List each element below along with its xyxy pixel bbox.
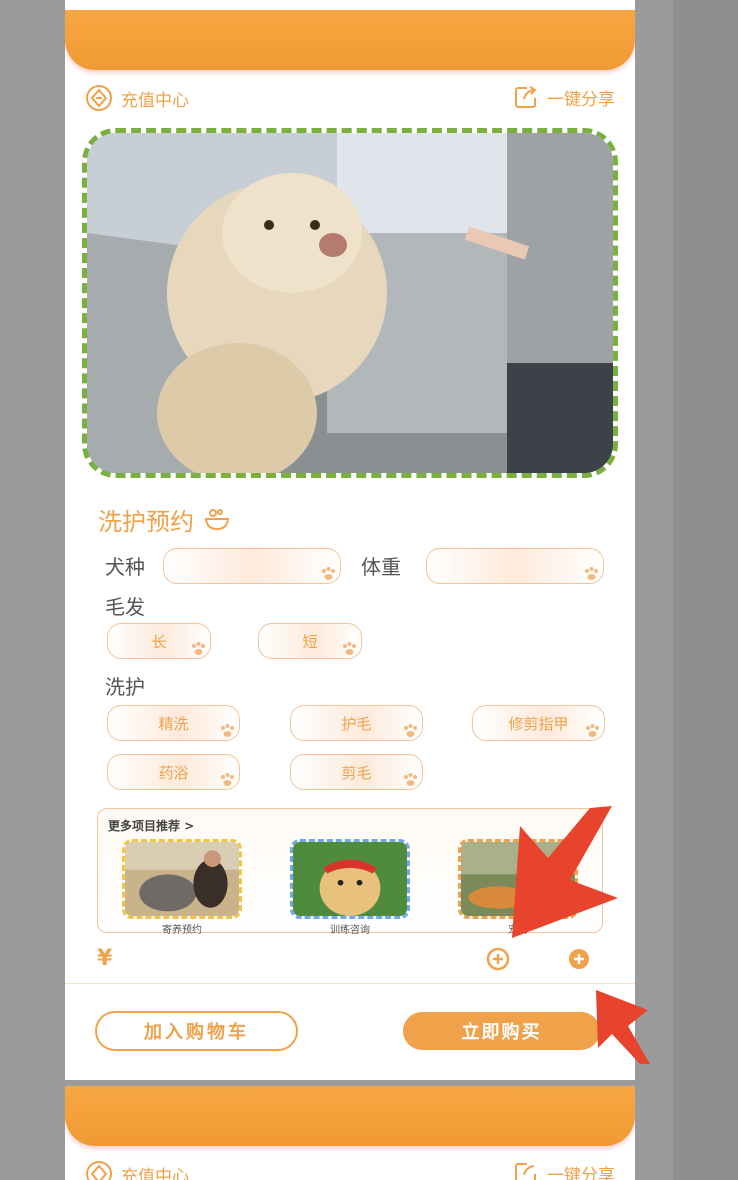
recommend-caption: 宠物 bbox=[508, 925, 528, 936]
paw-icon bbox=[221, 724, 234, 737]
recommend-thumb bbox=[290, 839, 410, 919]
paw-icon bbox=[192, 642, 205, 655]
share-link[interactable]: 一键分享 bbox=[513, 1160, 615, 1180]
recommend-thumb bbox=[122, 839, 242, 919]
coin-icon bbox=[86, 85, 112, 111]
care-option-haircut[interactable]: 剪毛 bbox=[290, 754, 423, 790]
care-option-fur-care[interactable]: 护毛 bbox=[290, 705, 423, 741]
divider bbox=[65, 983, 635, 984]
breed-input[interactable] bbox=[163, 548, 341, 584]
next-card: 充值中心 一键分享 bbox=[65, 1086, 635, 1180]
fur-label: 毛发 bbox=[105, 595, 145, 619]
recommend-item-training[interactable]: 训练咨询 bbox=[290, 839, 410, 936]
weight-label: 体重 bbox=[361, 555, 401, 579]
care-label: 洗护 bbox=[105, 675, 145, 699]
fur-option-short[interactable]: 短 bbox=[258, 623, 362, 659]
price-symbol: ¥ bbox=[97, 946, 113, 971]
recommend-item-boarding[interactable]: 寄养预约 bbox=[122, 839, 242, 936]
header-banner bbox=[65, 1086, 635, 1146]
top-action-bar: 充值中心 一键分享 bbox=[65, 1156, 635, 1180]
paw-icon bbox=[585, 567, 598, 580]
paw-icon bbox=[322, 567, 335, 580]
recharge-label: 充值中心 bbox=[121, 90, 189, 111]
paw-icon bbox=[221, 773, 234, 786]
recommend-item-pet[interactable]: 宠物 bbox=[458, 839, 578, 936]
hero-photo bbox=[82, 128, 618, 478]
care-option-nail-trim[interactable]: 修剪指甲 bbox=[472, 705, 605, 741]
top-action-bar: 充值中心 一键分享 bbox=[65, 80, 635, 114]
share-label: 一键分享 bbox=[547, 89, 615, 110]
paw-icon bbox=[404, 724, 417, 737]
add-to-cart-button[interactable]: 加入购物车 bbox=[95, 1011, 298, 1051]
header-banner bbox=[65, 10, 635, 70]
recommend-caption: 寄养预约 bbox=[162, 925, 202, 936]
buy-now-button[interactable]: 立即购买 bbox=[403, 1012, 600, 1050]
top-tab bbox=[183, 0, 283, 4]
plus-circle-icon[interactable] bbox=[567, 947, 591, 971]
coin-icon bbox=[86, 1161, 112, 1180]
fur-option-long[interactable]: 长 bbox=[107, 623, 211, 659]
breed-label: 犬种 bbox=[105, 555, 145, 579]
paw-icon bbox=[404, 773, 417, 786]
plus-circle-icon[interactable] bbox=[486, 947, 510, 971]
care-option-medicated-bath[interactable]: 药浴 bbox=[107, 754, 240, 790]
section-title: 洗护预约 bbox=[98, 502, 230, 537]
weight-input[interactable] bbox=[426, 548, 604, 584]
paw-icon bbox=[586, 724, 599, 737]
care-option-fine-wash[interactable]: 精洗 bbox=[107, 705, 240, 741]
recommend-panel: 更多项目推荐 > 寄养预约 训练咨询 宠物 bbox=[97, 808, 603, 936]
recommend-thumb bbox=[458, 839, 578, 919]
share-icon bbox=[515, 1163, 536, 1180]
booking-card: 充值中心 一键分享 洗护预约 犬种 体重 毛发 长 短 洗护 精洗 护毛 修剪指… bbox=[65, 0, 635, 1080]
recommend-caption: 训练咨询 bbox=[330, 925, 370, 936]
booking-title: 洗护预约 bbox=[98, 508, 194, 536]
share-link[interactable]: 一键分享 bbox=[513, 84, 615, 110]
share-label: 一键分享 bbox=[547, 1165, 615, 1180]
background-strip bbox=[673, 0, 738, 1180]
recharge-center-link[interactable]: 充值中心 bbox=[85, 84, 189, 112]
bath-icon bbox=[204, 508, 230, 530]
share-icon bbox=[515, 86, 537, 108]
recharge-center-link[interactable]: 充值中心 bbox=[85, 1160, 189, 1180]
recommend-title[interactable]: 更多项目推荐 > bbox=[108, 817, 194, 834]
paw-icon bbox=[343, 642, 356, 655]
recharge-label: 充值中心 bbox=[121, 1166, 189, 1180]
